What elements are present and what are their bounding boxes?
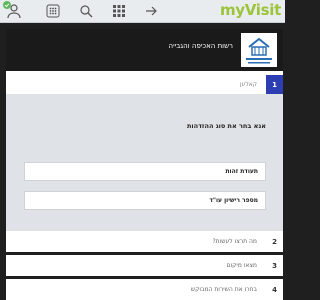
step-3-location[interactable]: 3 מצאו מיקום <box>6 255 283 276</box>
step-label: קאלען <box>239 81 257 88</box>
step-number: 1 <box>266 75 283 94</box>
apps-icon[interactable] <box>110 3 128 19</box>
step-2-action[interactable]: 2 מה תרצו לעשות? <box>6 231 283 252</box>
org-title: רשות האכיפה והגבייה <box>168 42 233 50</box>
org-logo <box>241 33 277 67</box>
org-header: רשות האכיפה והגבייה <box>6 29 283 71</box>
step-number: 2 <box>272 237 277 246</box>
top-toolbar: myVisit <box>0 0 285 23</box>
status-check-icon <box>3 1 11 9</box>
forward-icon[interactable] <box>143 3 161 19</box>
app-logo: myVisit <box>219 1 281 19</box>
option-label: תעודת זהות <box>225 168 258 175</box>
step-label: מצאו מיקום <box>226 262 257 269</box>
step-4-service[interactable]: 4 בחרו את השירות המבוקש <box>6 279 283 300</box>
option-label: מספר רישיון עו"ד <box>209 197 258 204</box>
step-label: מה תרצו לעשות? <box>212 238 257 245</box>
search-icon[interactable] <box>77 3 95 19</box>
booking-panel: רשות האכיפה והגבייה 1 קאלען אנא בחר את ס… <box>6 29 283 300</box>
grid-icon[interactable] <box>44 3 62 19</box>
identity-question: אנא בחר את סוג ההזדהות <box>186 122 266 130</box>
step-label: בחרו את השירות המבוקש <box>190 286 257 293</box>
step-1-identity[interactable]: 1 קאלען <box>6 75 283 94</box>
step-number: 3 <box>272 261 277 270</box>
option-lawyer-license[interactable]: מספר רישיון עו"ד <box>24 191 266 210</box>
option-id-card[interactable]: תעודת זהות <box>24 162 266 181</box>
step-number: 4 <box>272 285 277 294</box>
